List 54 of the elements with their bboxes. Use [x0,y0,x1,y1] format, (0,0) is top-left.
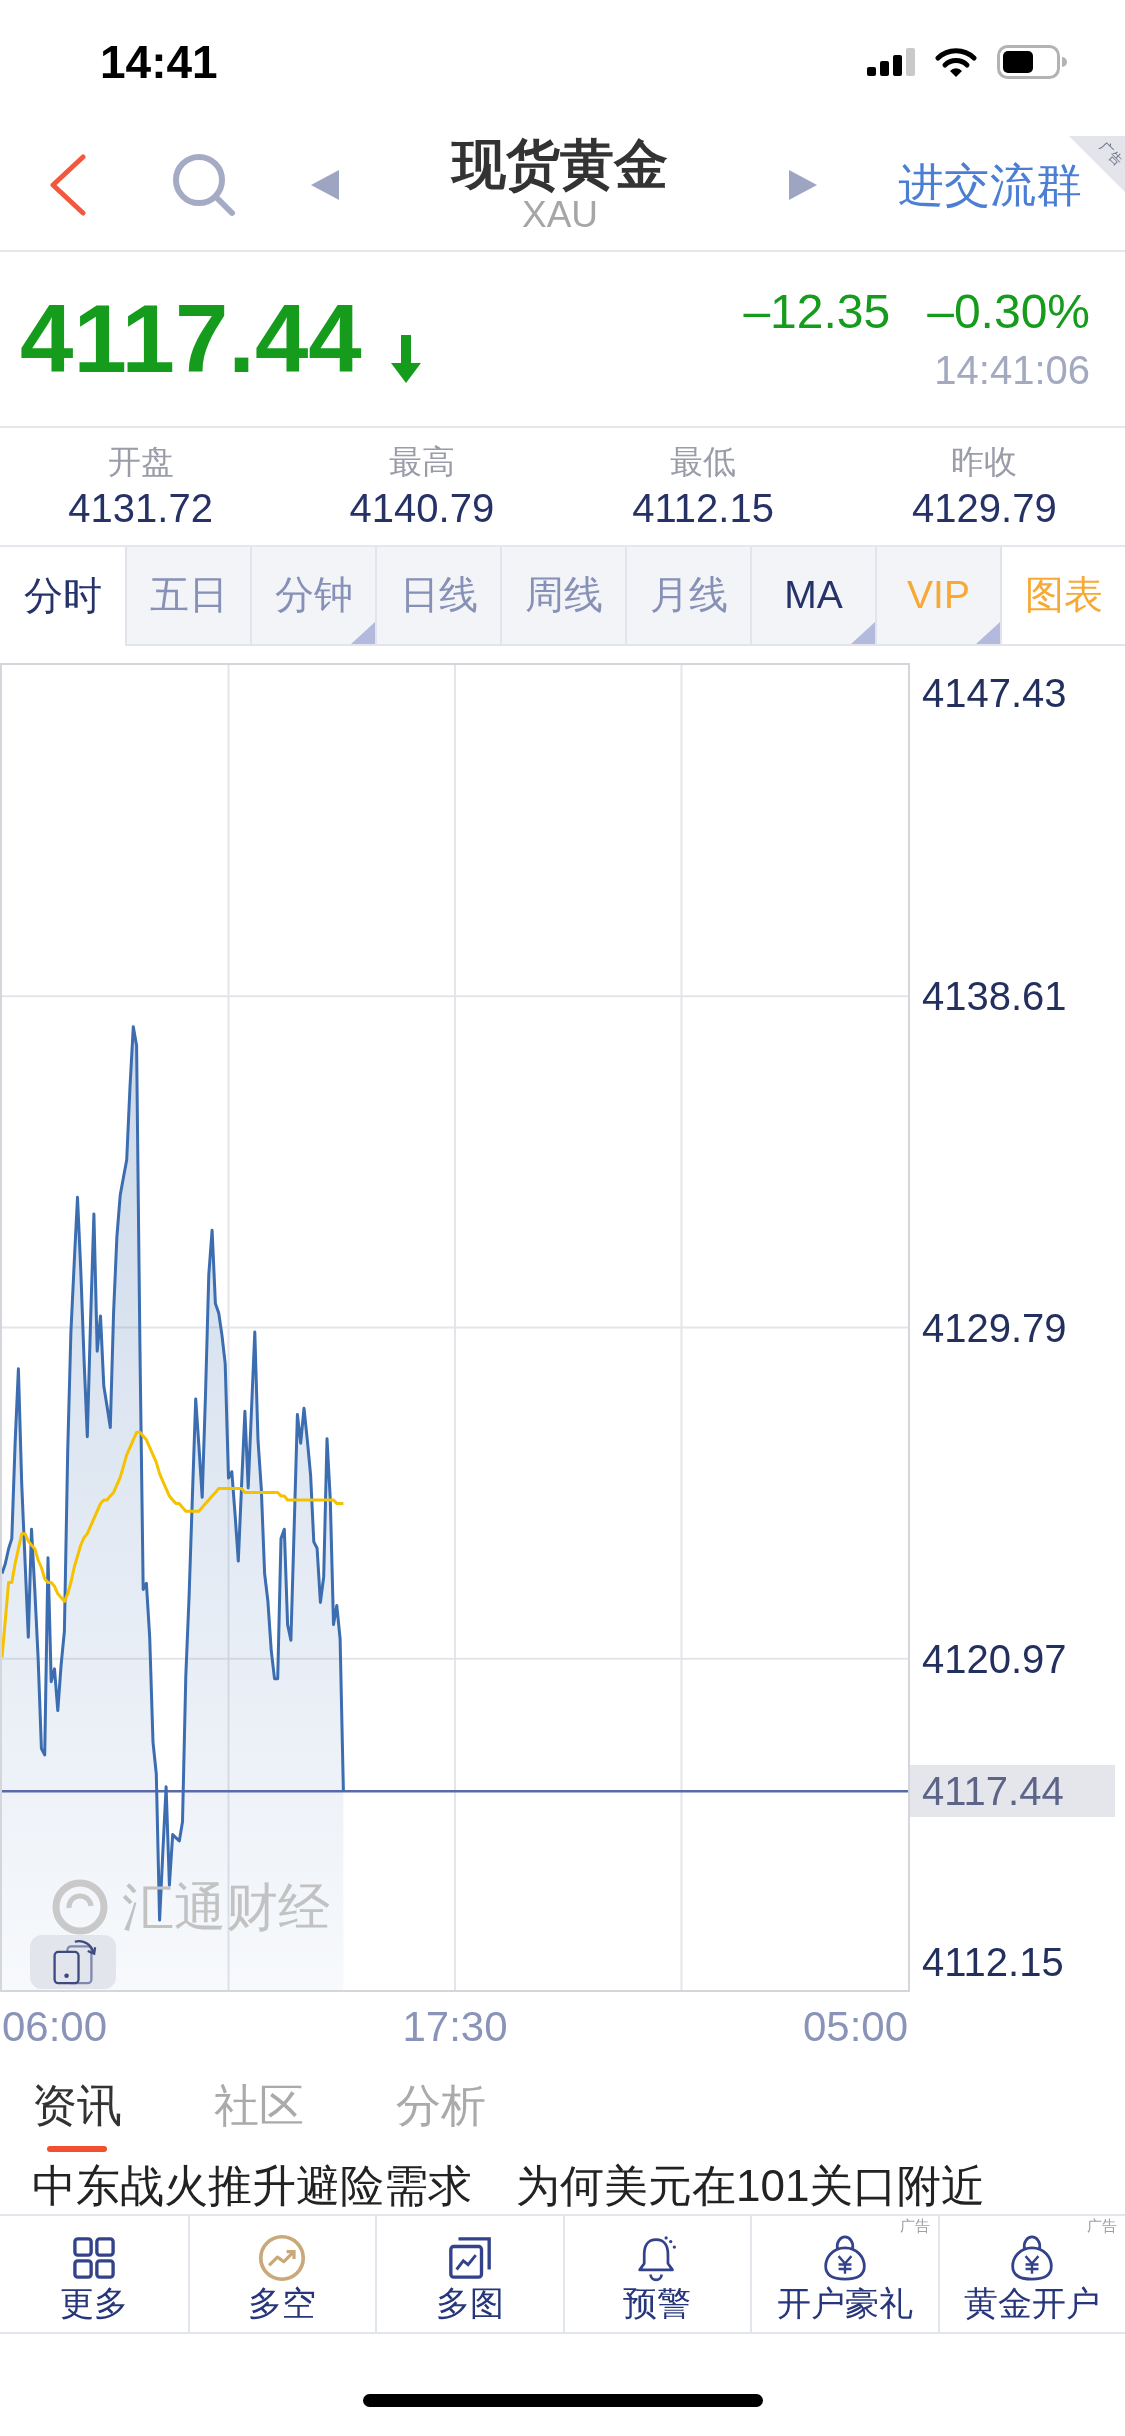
current-price-label: 4117.44 [910,1765,1115,1818]
swirl-logo-icon [52,1879,108,1935]
money-bag-icon [1009,2234,1056,2282]
quote-time: 14:41:06 [934,350,1090,390]
y-axis-label: 4120.97 [922,1635,1067,1683]
ad-corner-label: 广告 [1097,139,1125,168]
toolbar-button[interactable]: 多图 [435,2234,504,2322]
stat-label: 最高 [388,442,455,481]
triangle-left-icon [311,170,339,200]
stat-value: 4129.79 [912,484,1057,531]
chart-frames-icon [446,2235,493,2281]
stat-value: 4131.72 [68,484,213,531]
x-axis-label: 17:30 [402,2003,508,2051]
next-button[interactable] [788,167,818,203]
page-subtitle: XAU [521,194,599,236]
change-value: –12.35 [743,288,891,336]
toolbar-button[interactable]: 更多 [59,2234,128,2322]
ad-tag: 广告 [899,2218,930,2233]
price-value: 4117.44 [20,291,362,387]
join-group-button[interactable]: 进交流群 [898,162,1082,208]
news-tab[interactable]: 资讯 [32,2080,122,2152]
stat-value: 4140.79 [349,484,495,531]
ad-tag: 广告 [1087,2218,1117,2233]
y-axis-label: 4112.15 [922,1939,1064,1986]
grid-icon [72,2237,115,2279]
bell-icon [636,2234,679,2282]
money-bag-icon [821,2234,868,2282]
battery-icon [997,45,1067,79]
chevron-left-icon [49,154,87,216]
toolbar-button[interactable]: 多空 [248,2234,317,2322]
news-headline[interactable]: 中东战火推升避险需求 为何美元在101关口附近 [32,2160,986,2212]
status-time: 14:41 [100,39,218,85]
stat-value: 4112.15 [632,484,774,531]
page-title: 现货黄金 [452,134,668,194]
y-axis-label: 4147.43 [922,670,1067,717]
stat-label: 最低 [670,442,737,481]
y-axis-label: 4129.79 [922,1304,1067,1352]
toolbar-button[interactable]: 黄金开户 [964,2234,1101,2322]
triangle-right-icon [789,170,817,200]
toolbar-button[interactable]: 开户豪礼 [776,2234,913,2322]
stat-label: 开盘 [107,442,174,481]
y-axis-label: 4138.61 [922,973,1067,1021]
rotate-screen-button[interactable] [30,1935,116,1989]
toolbar-button[interactable]: 预警 [623,2234,692,2322]
signal-icon [867,48,915,76]
chart-tab[interactable]: MA [750,547,875,646]
search-icon [171,152,237,218]
wifi-icon [935,47,977,77]
x-axis-label: 05:00 [802,2003,908,2051]
trend-circle-icon [258,2234,307,2282]
stat-label: 昨收 [951,442,1018,481]
x-axis-label: 06:00 [1,2003,108,2051]
change-percent: –0.30% [927,288,1090,336]
previous-button[interactable] [310,167,340,203]
